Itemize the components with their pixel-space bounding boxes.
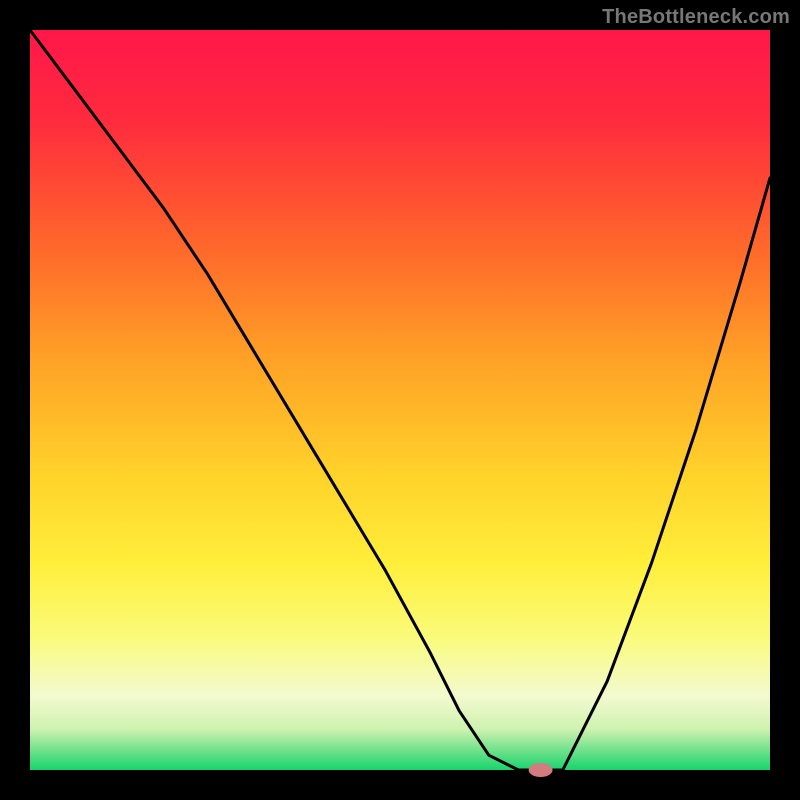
chart-container: TheBottleneck.com xyxy=(0,0,800,800)
gradient-background xyxy=(30,30,770,770)
bottleneck-chart xyxy=(0,0,800,800)
optimal-marker xyxy=(529,763,553,777)
attribution-label: TheBottleneck.com xyxy=(602,6,790,29)
